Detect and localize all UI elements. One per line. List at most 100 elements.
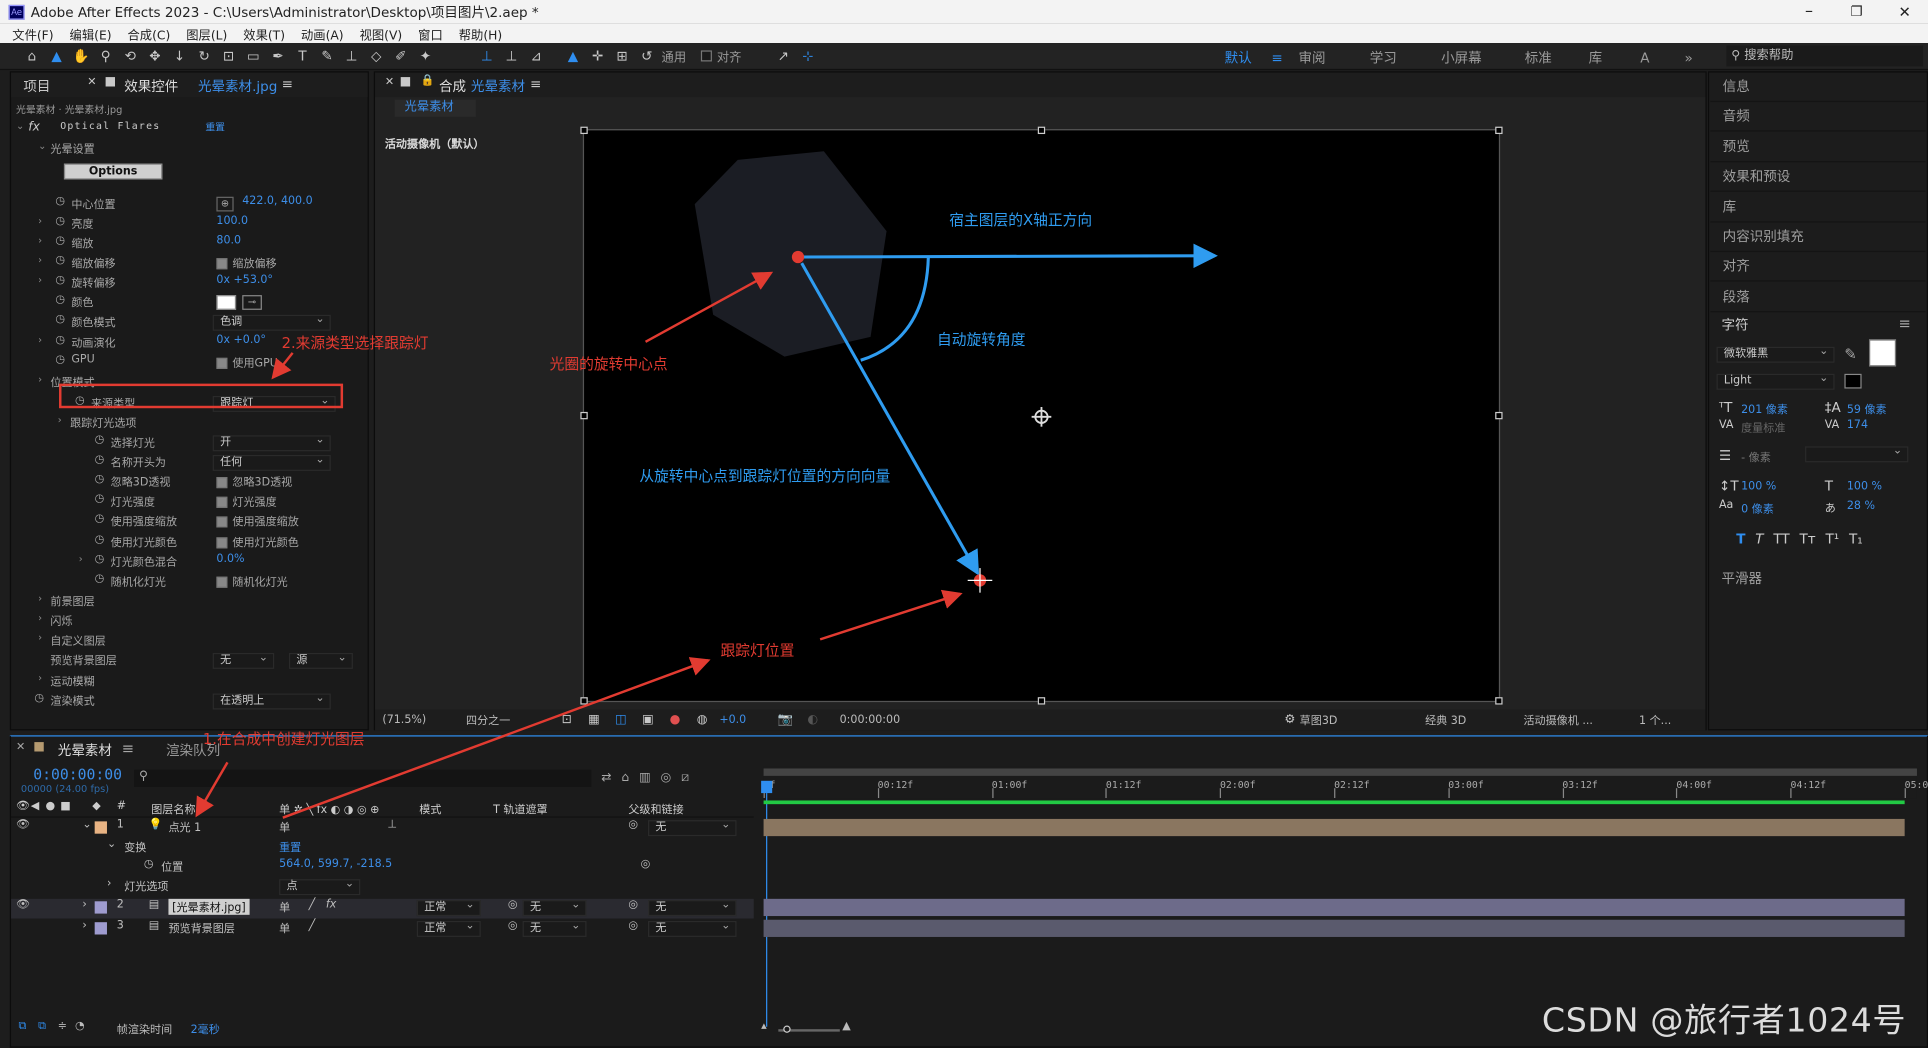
type-tool-icon[interactable]: T [293, 46, 313, 66]
all-caps-button[interactable]: TT [1773, 531, 1789, 547]
layer-label-color[interactable] [94, 901, 107, 914]
home-icon[interactable]: ⌂ [22, 46, 42, 66]
prop-value[interactable]: 0x +0.0° [216, 334, 266, 346]
snapshot-icon[interactable]: 📷 [776, 710, 796, 730]
minimize-button[interactable]: – [1805, 2, 1813, 20]
draft3d-label[interactable]: 草图3D [1300, 712, 1338, 728]
font-style-dropdown[interactable]: Light [1716, 373, 1835, 390]
swap-color-icon[interactable] [1844, 373, 1862, 389]
layer-trkmat-dropdown[interactable]: 无 [522, 899, 587, 917]
right-panel-item[interactable]: 库 [1710, 193, 1926, 223]
position-value[interactable]: 564.0, 599.7, -218.5 [279, 858, 392, 870]
tab-project[interactable]: 项目 [23, 76, 50, 96]
toggle-stretch-icon[interactable]: ◔ [75, 1021, 85, 1033]
pen-tool-icon[interactable]: ✒ [268, 46, 288, 66]
tab-menu-icon[interactable]: ≡ [282, 76, 293, 92]
layer-row[interactable]: 👁 › 2 ▤ [光晕素材.jpg] 单 ╱ fx 正常 ◎ 无 ◎ 无 [11, 899, 754, 919]
parent-pickwhip-icon[interactable]: ◎ [628, 899, 638, 911]
current-timecode[interactable]: 0:00:00:00 [33, 766, 122, 783]
brush-tool-icon[interactable]: ✎ [317, 46, 337, 66]
viewer-handle-br[interactable] [1495, 697, 1503, 705]
light-options-twirl-icon[interactable]: › [107, 878, 111, 890]
stopwatch-icon[interactable]: ◷ [95, 513, 105, 525]
stopwatch-icon[interactable]: ◷ [55, 334, 65, 346]
stopwatch-icon[interactable]: ◷ [55, 274, 65, 286]
pan-tool-icon[interactable]: ✥ [145, 46, 165, 66]
prop-checkbox[interactable] [216, 537, 228, 549]
light-options-row[interactable]: › 灯光选项 点 [11, 878, 754, 898]
track-bar-image[interactable] [763, 898, 1905, 917]
comp-viewer[interactable]: 宿主图层的X轴正方向 自动旋转角度 从旋转中心点到跟踪灯位置的方向向量 跟踪灯位… [582, 129, 1501, 703]
exposure-value[interactable]: +0.0 [719, 714, 746, 726]
stopwatch-icon[interactable]: ◷ [55, 196, 65, 208]
align-checkbox[interactable] [700, 50, 712, 62]
stroke-width-value[interactable]: - 像素 [1741, 449, 1771, 464]
preview-source-dropdown[interactable]: 源 [288, 652, 353, 669]
comp-lock2-icon[interactable]: 🔒 [421, 75, 435, 87]
viewer-handle-tm[interactable] [1037, 126, 1046, 135]
right-panel-item[interactable]: 音频 [1710, 103, 1926, 133]
eraser-tool-icon[interactable]: ◇ [366, 46, 386, 66]
workspace-menu-icon[interactable]: ≡ [1271, 50, 1298, 66]
work-area-bar[interactable] [763, 768, 1917, 776]
menu-edit[interactable]: 编辑(E) [70, 24, 112, 43]
layer-name[interactable]: [光晕素材.jpg] [168, 898, 250, 915]
camera-dropdown[interactable]: 活动摄像机 ... [1523, 712, 1592, 728]
region-icon[interactable]: ⊡ [557, 710, 577, 730]
views-dropdown[interactable]: 1 个... [1639, 712, 1671, 728]
hand-tool-icon[interactable]: ✋ [71, 46, 91, 66]
workspace-small-screen[interactable]: 小屏幕 [1441, 48, 1525, 68]
prop-value[interactable]: 422.0, 400.0 [242, 196, 312, 208]
dolly-tool-icon[interactable]: ↓ [170, 46, 190, 66]
effect-twirl-icon[interactable]: ⌄ [16, 121, 24, 132]
position-stopwatch-icon[interactable]: ◷ [144, 858, 154, 870]
menu-composition[interactable]: 合成(C) [127, 24, 170, 43]
layer-name[interactable]: 预览背景图层 [168, 920, 234, 935]
light-type-dropdown[interactable]: 点 [279, 878, 361, 896]
transform-group-row[interactable]: ⌄ 变换 重置 [11, 839, 754, 859]
subscript-button[interactable]: T₁ [1849, 531, 1863, 547]
zoom-in-icon[interactable]: ▲ [842, 1021, 851, 1033]
close-button[interactable]: ✕ [1899, 3, 1911, 20]
layer-row[interactable]: 👁 ⌄ 1 💡 点光 1 单 ⊥ ◎ 无 [11, 819, 754, 839]
prop-checkbox[interactable] [216, 258, 228, 270]
trkmat-link-icon[interactable]: ◎ [508, 899, 518, 911]
prop-twirl-icon[interactable]: › [38, 235, 42, 246]
layer-parent-dropdown[interactable]: 无 [647, 920, 737, 937]
stopwatch-icon[interactable]: ◷ [55, 354, 65, 366]
menu-animation[interactable]: 动画(A) [301, 24, 344, 43]
baseline-value[interactable]: 0 像素 [1741, 500, 1774, 516]
layer-label-color[interactable] [94, 821, 107, 834]
prop-dropdown[interactable]: 无 [212, 652, 275, 669]
prop-twirl-icon[interactable]: › [58, 414, 62, 425]
tab-effect-controls[interactable]: 效果控件 [124, 76, 178, 96]
layer-label-color[interactable] [94, 922, 107, 935]
transparency-grid-icon[interactable]: ▦ [584, 710, 604, 730]
comp-tab-close-icon[interactable]: ✕ [385, 76, 394, 88]
snap-label[interactable]: 通用 [662, 47, 687, 66]
fx-icon[interactable]: fx [28, 121, 40, 135]
toggle-switches-icon[interactable]: ⧉ [18, 1021, 26, 1033]
timeline-tab[interactable]: 光晕素材 [58, 740, 112, 760]
time-indicator-head[interactable] [761, 780, 773, 794]
rotate-tool-icon[interactable]: ↻ [194, 46, 214, 66]
prop-twirl-icon[interactable]: › [38, 374, 42, 385]
layer-twirl-icon[interactable]: › [82, 899, 86, 911]
font-size-value[interactable]: 201 像素 [1741, 401, 1788, 417]
color-swatch[interactable] [216, 295, 237, 310]
draft3d-icon[interactable]: ⚙ [1280, 710, 1300, 730]
stopwatch-icon[interactable]: ◷ [95, 534, 105, 546]
zoom-dropdown[interactable]: (71.5%) [382, 714, 458, 726]
parent-pickwhip-icon[interactable]: ◎ [628, 819, 638, 831]
options-button[interactable]: Options [63, 163, 163, 180]
axis-view-icon[interactable]: ⊿ [526, 46, 546, 66]
orbit-tool-icon[interactable]: ⟲ [121, 46, 141, 66]
effect-reset-link[interactable]: 重置 [205, 121, 225, 135]
renderer-dropdown[interactable]: 经典 3D [1425, 712, 1466, 728]
track-bar-preview[interactable] [763, 919, 1905, 937]
viewer-handle-tr[interactable] [1495, 126, 1503, 135]
comp-tab-label[interactable]: 合成 [439, 76, 466, 96]
layer-mode-dropdown[interactable]: 正常 [416, 899, 481, 917]
camera-box-icon[interactable]: ⊞ [612, 46, 632, 66]
stopwatch-icon[interactable]: ◷ [55, 215, 65, 227]
